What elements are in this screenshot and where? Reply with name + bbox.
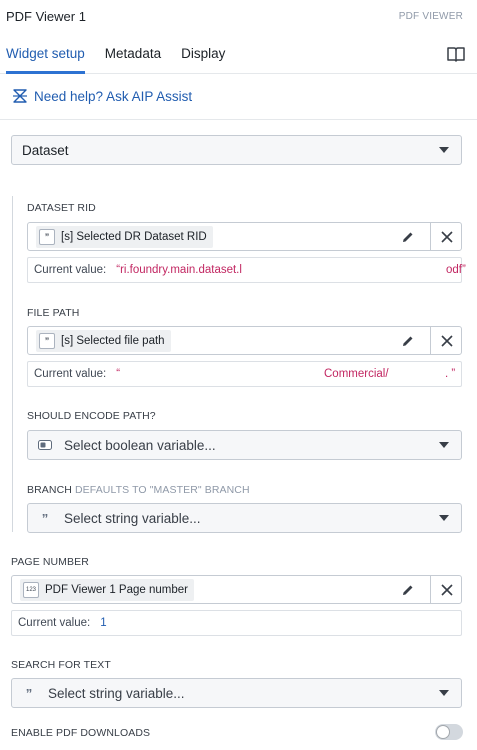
caret-down-icon: [439, 515, 449, 521]
widget-header: PDF Viewer 1 PDF VIEWER: [0, 0, 477, 32]
downloads-toggle[interactable]: [435, 724, 463, 740]
variable-name: PDF Viewer 1 Page number: [45, 583, 188, 596]
source-type-value: Dataset: [22, 142, 69, 158]
page-number-label: PAGE NUMBER: [11, 556, 89, 568]
variable-tag[interactable]: ” [s] Selected DR Dataset RID: [36, 225, 213, 248]
current-value-label: Current value:: [18, 617, 91, 629]
dataset-rid-current-value: Current value: “ri.foundry.main.dataset.…: [27, 257, 466, 283]
file-path-current-value: Current value: “ Commercial/ . ”: [27, 361, 462, 387]
caret-down-icon: [439, 442, 449, 448]
separator: [430, 576, 431, 603]
close-icon[interactable]: [441, 335, 453, 347]
current-value-label: Current value:: [34, 368, 107, 380]
current-value-text-mid: Commercial/: [324, 368, 389, 380]
dataset-rid-label: DATASET RID: [27, 202, 96, 214]
close-icon[interactable]: [441, 584, 453, 596]
string-type-icon: ”: [25, 685, 33, 701]
current-value-text: “ri.foundry.main.dataset.l: [116, 264, 242, 276]
search-text-label: SEARCH FOR TEXT: [11, 659, 111, 671]
page-number-current-value: Current value: 1: [11, 610, 462, 636]
book-icon[interactable]: [447, 46, 465, 62]
branch-label-text: BRANCH: [27, 484, 72, 496]
tab-metadata[interactable]: Metadata: [105, 34, 161, 73]
branch-label: BRANCH DEFAULTS TO "MASTER" BRANCH: [27, 484, 250, 496]
encode-path-label: SHOULD ENCODE PATH?: [27, 410, 156, 422]
caret-down-icon: [439, 147, 449, 153]
widget-title: PDF Viewer 1: [6, 8, 86, 24]
current-value-text: 1: [100, 617, 107, 629]
branch-sublabel: DEFAULTS TO "MASTER" BRANCH: [74, 484, 250, 496]
variable-name: [s] Selected DR Dataset RID: [61, 230, 207, 243]
tab-bar: Widget setup Metadata Display: [0, 34, 477, 74]
branch-select[interactable]: ” Select string variable...: [27, 503, 462, 533]
current-value-text-end: odf”: [446, 264, 466, 276]
pencil-icon[interactable]: [401, 230, 415, 244]
variable-tag[interactable]: 123 PDF Viewer 1 Page number: [20, 578, 194, 601]
caret-down-icon: [439, 690, 449, 696]
separator: [430, 327, 431, 354]
search-text-select[interactable]: ” Select string variable...: [11, 678, 462, 708]
pencil-icon[interactable]: [401, 334, 415, 348]
string-type-icon: ”: [39, 228, 55, 245]
current-value-text-end: . ”: [445, 368, 456, 380]
variable-tag[interactable]: ” [s] Selected file path: [36, 329, 171, 352]
boolean-type-icon: [38, 440, 52, 450]
downloads-label: ENABLE PDF DOWNLOADS: [11, 727, 151, 739]
string-type-icon: ”: [41, 510, 49, 526]
file-path-field[interactable]: ” [s] Selected file path: [27, 326, 462, 355]
aip-assist-link[interactable]: Need help? Ask AIP Assist: [12, 88, 192, 104]
dataset-section-bar: [12, 196, 13, 532]
toggle-knob: [437, 726, 449, 738]
branch-placeholder: Select string variable...: [64, 510, 201, 526]
page-number-field[interactable]: 123 PDF Viewer 1 Page number: [11, 575, 462, 604]
widget-type-label: PDF VIEWER: [398, 10, 463, 22]
variable-name: [s] Selected file path: [61, 334, 165, 347]
current-value-text: “: [116, 368, 121, 380]
close-icon[interactable]: [441, 231, 453, 243]
tab-display[interactable]: Display: [181, 34, 225, 73]
ai-assist-icon: [13, 89, 27, 103]
current-value-label: Current value:: [34, 264, 107, 276]
number-type-icon: 123: [23, 581, 39, 598]
aip-assist-label: Need help? Ask AIP Assist: [34, 88, 193, 104]
file-path-label: FILE PATH: [27, 307, 80, 319]
divider: [0, 119, 477, 120]
separator: [430, 223, 431, 250]
string-type-icon: ”: [39, 332, 55, 349]
search-text-placeholder: Select string variable...: [48, 685, 185, 701]
pencil-icon[interactable]: [401, 583, 415, 597]
tab-widget-setup[interactable]: Widget setup: [6, 34, 85, 74]
source-type-select[interactable]: Dataset: [11, 135, 462, 165]
encode-path-select[interactable]: Select boolean variable...: [27, 430, 462, 460]
encode-path-placeholder: Select boolean variable...: [64, 437, 216, 453]
dataset-rid-field[interactable]: ” [s] Selected DR Dataset RID: [27, 222, 462, 251]
